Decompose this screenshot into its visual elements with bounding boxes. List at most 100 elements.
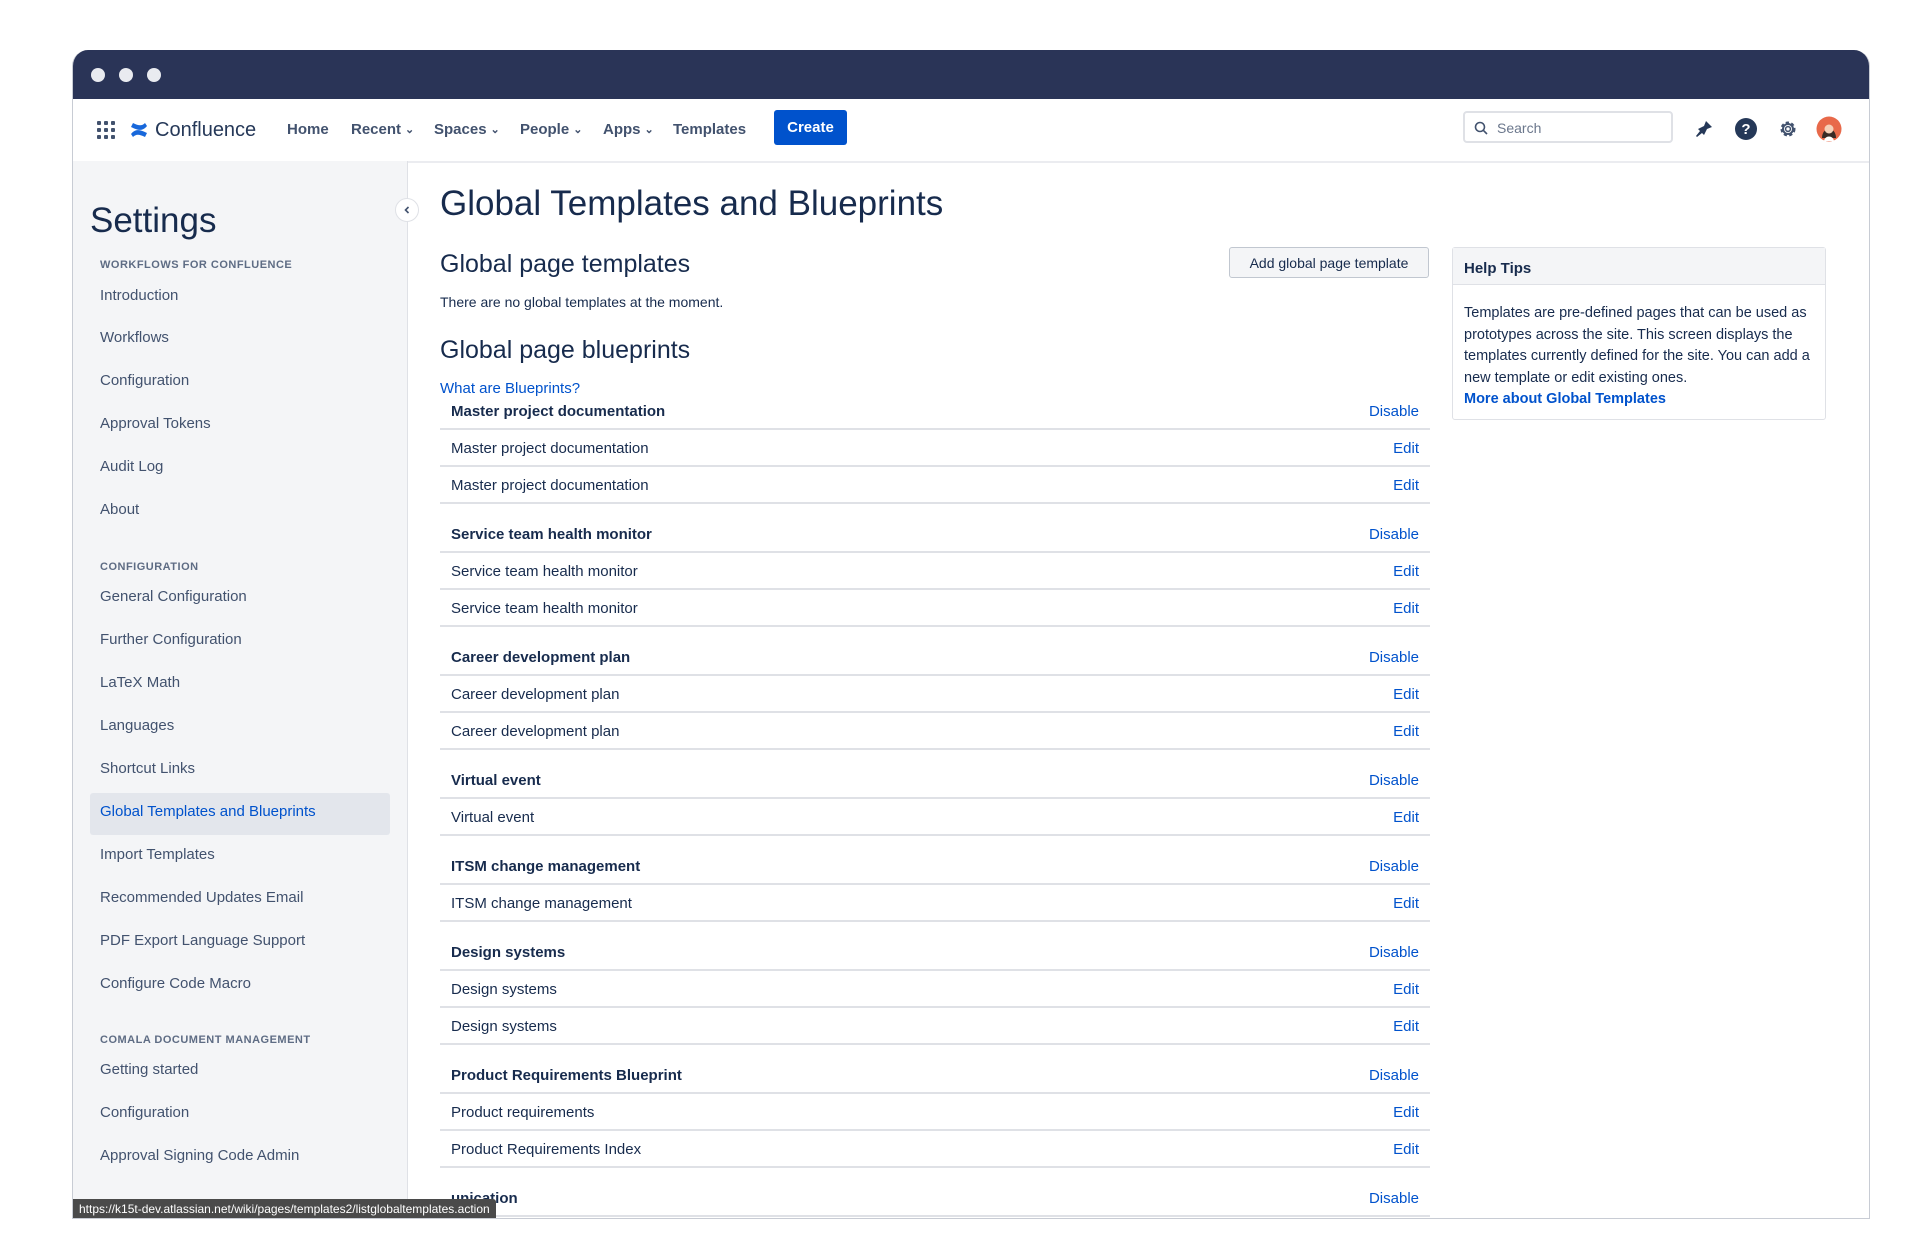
edit-link[interactable]: Edit [1393,686,1419,703]
sidebar-item-latex-math[interactable]: LaTeX Math [100,674,180,691]
create-button[interactable]: Create [774,110,847,145]
disable-link[interactable]: Disable [1369,1067,1419,1084]
app-switcher-icon[interactable] [97,121,115,139]
window-close-dot[interactable] [91,68,105,82]
window-titlebar [73,50,1869,99]
edit-link[interactable]: Edit [1393,477,1419,494]
blueprint-template-row: Service team health monitor Edit [440,553,1430,590]
sidebar-item-further-configuration[interactable]: Further Configuration [100,631,242,648]
confluence-logo[interactable]: Confluence [129,116,256,144]
blueprint-template-row: Design systems Edit [440,971,1430,1008]
search-placeholder: Search [1497,120,1542,136]
sidebar-item-audit-log[interactable]: Audit Log [100,458,163,475]
edit-link[interactable]: Edit [1393,809,1419,826]
nav-recent-label: Recent [351,121,402,138]
disable-link[interactable]: Disable [1369,858,1419,875]
edit-link[interactable]: Edit [1393,723,1419,740]
sidebar-item-pdf-export-language[interactable]: PDF Export Language Support [100,932,305,949]
edit-link[interactable]: Edit [1393,563,1419,580]
help-tips-header: Help Tips [1453,248,1825,285]
edit-link[interactable]: Edit [1393,600,1419,617]
disable-link[interactable]: Disable [1369,772,1419,789]
blueprint-template-row: Product requirements Edit [440,1094,1430,1131]
disable-link[interactable]: Disable [1369,649,1419,666]
sidebar-item-configure-code-macro[interactable]: Configure Code Macro [100,975,251,992]
nav-templates[interactable]: Templates [673,121,746,138]
nav-apps-label: Apps [603,121,641,138]
edit-link[interactable]: Edit [1393,1104,1419,1121]
blueprint-group-name: Design systems [451,944,566,961]
blueprint-group-row: Virtual event Disable [440,762,1430,799]
edit-link[interactable]: Edit [1393,981,1419,998]
disable-link[interactable]: Disable [1369,403,1419,420]
sidebar-item-introduction[interactable]: Introduction [100,287,178,304]
sidebar-item-recommended-updates-email[interactable]: Recommended Updates Email [100,889,303,906]
blueprint-group-row: Service team health monitor Disable [440,516,1430,553]
edit-link[interactable]: Edit [1393,440,1419,457]
page-title: Global Templates and Blueprints [440,184,944,223]
sidebar-item-import-templates[interactable]: Import Templates [100,846,215,863]
sidebar-item-global-templates[interactable]: Global Templates and Blueprints [100,803,316,820]
nav-people[interactable]: People ⌄ [520,121,582,138]
blueprint-template-name: Product Requirements Index [451,1141,642,1158]
blueprint-template-name: Career development plan [451,686,620,703]
help-tips-title: Help Tips [1464,260,1532,277]
disable-link[interactable]: Disable [1369,526,1419,543]
sidebar-section-heading: CONFIGURATION [100,561,199,573]
window-zoom-dot[interactable] [147,68,161,82]
edit-link[interactable]: Edit [1393,895,1419,912]
disable-link[interactable]: Disable [1369,944,1419,961]
product-name: Confluence [155,118,257,141]
search-icon [1474,121,1488,135]
help-icon[interactable]: ? [1733,116,1759,142]
nav-home[interactable]: Home [287,121,329,138]
sidebar-item-about[interactable]: About [100,501,139,518]
sidebar-item-general-configuration[interactable]: General Configuration [100,588,247,605]
chevron-left-icon [404,206,410,214]
sidebar-item-configuration[interactable]: Configuration [100,372,189,389]
nav-spaces[interactable]: Spaces ⌄ [434,121,500,138]
collapse-sidebar-button[interactable] [395,198,419,222]
browser-window: Confluence Home Recent ⌄ Spaces ⌄ People ⌄ … [72,50,1870,1219]
sidebar-item-comala-configuration[interactable]: Configuration [100,1104,189,1121]
blueprint-group-name: Career development plan [451,649,631,666]
search-input[interactable]: Search [1463,111,1673,143]
nav-apps[interactable]: Apps ⌄ [603,121,654,138]
sidebar-item-approval-signing-code-admin[interactable]: Approval Signing Code Admin [100,1147,299,1164]
blueprint-group-name: ITSM change management [451,858,641,875]
global-page-templates-heading: Global page templates [440,250,691,278]
sidebar-item-shortcut-links[interactable]: Shortcut Links [100,760,195,777]
avatar[interactable] [1816,116,1842,142]
top-navigation: Confluence Home Recent ⌄ Spaces ⌄ People ⌄ … [73,99,1869,163]
help-tips-text: Templates are pre-defined pages that can… [1464,305,1810,386]
svg-text:?: ? [1741,121,1750,138]
nav-home-label: Home [287,121,329,138]
sidebar-item-approval-tokens[interactable]: Approval Tokens [100,415,211,432]
edit-link[interactable]: Edit [1393,1018,1419,1035]
disable-link[interactable]: Disable [1369,1190,1419,1207]
sidebar-title: Settings [90,201,217,240]
more-about-global-templates-link[interactable]: More about Global Templates [1464,389,1816,411]
sidebar-item-getting-started[interactable]: Getting started [100,1061,198,1078]
chevron-down-icon: ⌄ [644,124,654,136]
sidebar-item-languages[interactable]: Languages [100,717,174,734]
sidebar-section-heading: COMALA DOCUMENT MANAGEMENT [100,1034,311,1046]
nav-people-label: People [520,121,570,138]
window-minimize-dot[interactable] [119,68,133,82]
chevron-down-icon: ⌄ [405,124,415,136]
nav-templates-label: Templates [673,121,747,138]
add-global-page-template-button[interactable]: Add global page template [1229,247,1429,278]
settings-icon[interactable] [1775,116,1801,142]
nav-recent[interactable]: Recent ⌄ [351,121,414,138]
edit-link[interactable]: Edit [1393,1141,1419,1158]
blueprint-group-row: Master project documentation Disable [440,393,1430,430]
blueprint-template-row: Design systems Edit [440,1008,1430,1045]
notifications-icon[interactable] [1691,116,1717,142]
sidebar-section-heading: WORKFLOWS FOR CONFLUENCE [100,259,293,271]
blueprint-template-name: Virtual event [451,809,535,826]
sidebar-item-workflows[interactable]: Workflows [100,329,169,346]
blueprint-template-row: Master project documentation Edit [440,467,1430,504]
blueprint-group-name: Master project documentation [451,403,666,420]
blueprint-template-row: ITSM change management Edit [440,885,1430,922]
blueprint-template-row: Product Requirements Index Edit [440,1131,1430,1168]
